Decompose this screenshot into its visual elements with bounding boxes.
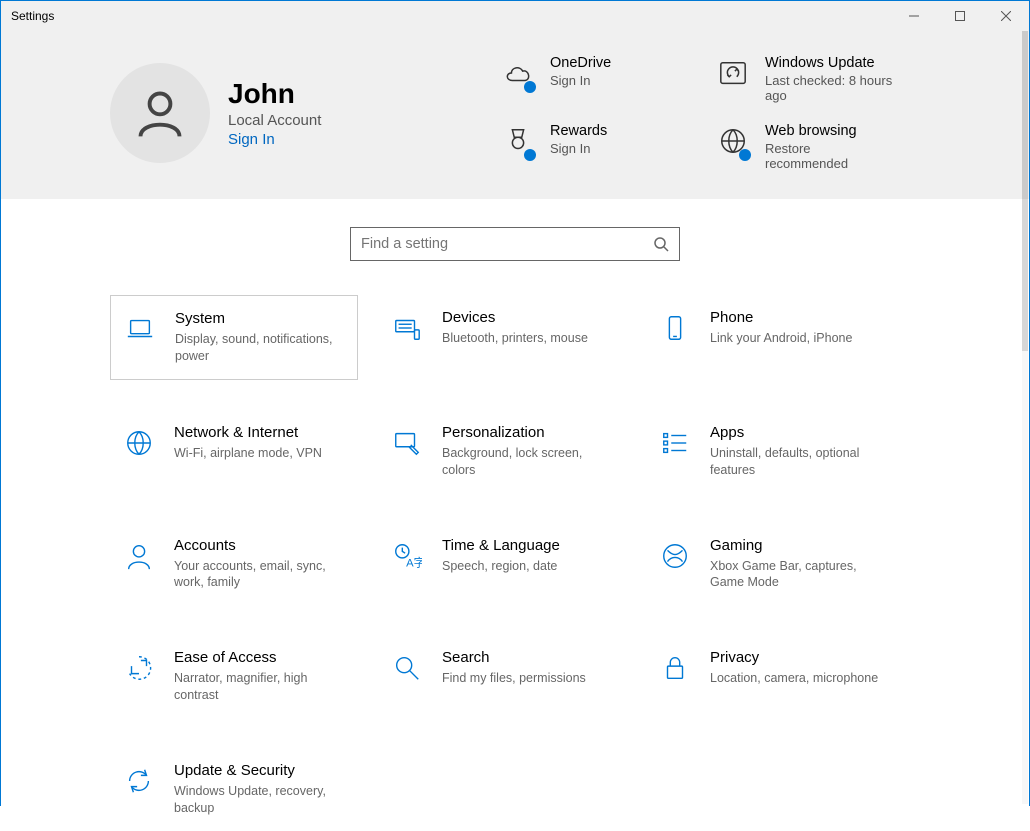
tile-sub: Sign In xyxy=(550,141,607,156)
category-title: System xyxy=(175,310,345,327)
category-title: Search xyxy=(442,649,586,666)
profile-name: John xyxy=(228,78,321,110)
globe-icon xyxy=(122,426,156,460)
person-icon xyxy=(122,539,156,573)
category-accounts[interactable]: Accounts Your accounts, email, sync, wor… xyxy=(110,523,358,606)
search-icon xyxy=(390,651,424,685)
status-dot xyxy=(739,149,751,161)
category-sub: Narrator, magnifier, high contrast xyxy=(174,670,344,704)
category-title: Apps xyxy=(710,424,880,441)
categories-area: System Display, sound, notifications, po… xyxy=(1,281,1029,831)
tile-sub: Last checked: 8 hours ago xyxy=(765,73,895,103)
lock-icon xyxy=(658,651,692,685)
profile-signin-link[interactable]: Sign In xyxy=(228,131,321,148)
titlebar: Settings xyxy=(1,1,1029,31)
search-input[interactable] xyxy=(361,236,653,252)
category-privacy[interactable]: Privacy Location, camera, microphone xyxy=(646,635,894,718)
xbox-icon xyxy=(658,539,692,573)
avatar[interactable] xyxy=(110,63,210,163)
category-personalization[interactable]: Personalization Background, lock screen,… xyxy=(378,410,626,493)
category-sub: Uninstall, defaults, optional features xyxy=(710,445,880,479)
keyboard-icon xyxy=(390,311,424,345)
category-sub: Link your Android, iPhone xyxy=(710,330,852,347)
minimize-button[interactable] xyxy=(891,1,937,31)
refresh-icon xyxy=(718,58,748,88)
phone-icon xyxy=(658,311,692,345)
category-time-language[interactable]: A字 Time & Language Speech, region, date xyxy=(378,523,626,606)
category-title: Accounts xyxy=(174,537,344,554)
sync-icon xyxy=(122,764,156,798)
status-dot xyxy=(524,81,536,93)
tile-title: Windows Update xyxy=(765,55,895,71)
scrollbar[interactable] xyxy=(1022,31,1028,804)
category-sub: Speech, region, date xyxy=(442,558,560,575)
tile-sub: Sign In xyxy=(550,73,611,88)
category-sub: Windows Update, recovery, backup xyxy=(174,783,344,817)
tile-web-browsing[interactable]: Web browsing Restore recommended xyxy=(715,123,920,171)
accessibility-icon xyxy=(122,651,156,685)
category-title: Privacy xyxy=(710,649,878,666)
category-title: Phone xyxy=(710,309,852,326)
tile-title: Web browsing xyxy=(765,123,895,139)
category-title: Devices xyxy=(442,309,588,326)
category-title: Network & Internet xyxy=(174,424,322,441)
maximize-button[interactable] xyxy=(937,1,983,31)
tile-windows-update[interactable]: Windows Update Last checked: 8 hours ago xyxy=(715,55,920,103)
apps-list-icon xyxy=(658,426,692,460)
category-title: Ease of Access xyxy=(174,649,344,666)
category-search[interactable]: Search Find my files, permissions xyxy=(378,635,626,718)
category-title: Update & Security xyxy=(174,762,344,779)
category-phone[interactable]: Phone Link your Android, iPhone xyxy=(646,295,894,380)
category-sub: Display, sound, notifications, power xyxy=(175,331,345,365)
category-sub: Location, camera, microphone xyxy=(710,670,878,687)
category-network[interactable]: Network & Internet Wi-Fi, airplane mode,… xyxy=(110,410,358,493)
scrollbar-thumb[interactable] xyxy=(1022,31,1028,351)
category-sub: Xbox Game Bar, captures, Game Mode xyxy=(710,558,880,592)
category-sub: Wi-Fi, airplane mode, VPN xyxy=(174,445,322,462)
status-dot xyxy=(524,149,536,161)
profile-account-type: Local Account xyxy=(228,112,321,129)
search-box[interactable] xyxy=(350,227,680,261)
category-ease-of-access[interactable]: Ease of Access Narrator, magnifier, high… xyxy=(110,635,358,718)
category-title: Personalization xyxy=(442,424,612,441)
header: John Local Account Sign In OneDrive Sign… xyxy=(1,31,1029,199)
paintbrush-icon xyxy=(390,426,424,460)
profile-block: John Local Account Sign In xyxy=(110,55,470,171)
tile-title: OneDrive xyxy=(550,55,611,71)
time-language-icon: A字 xyxy=(390,539,424,573)
category-system[interactable]: System Display, sound, notifications, po… xyxy=(110,295,358,380)
window-title: Settings xyxy=(11,9,54,23)
search-icon xyxy=(653,236,669,252)
person-icon xyxy=(134,87,186,139)
tile-sub: Restore recommended xyxy=(765,141,895,171)
category-gaming[interactable]: Gaming Xbox Game Bar, captures, Game Mod… xyxy=(646,523,894,606)
category-update-security[interactable]: Update & Security Windows Update, recove… xyxy=(110,748,358,831)
tile-onedrive[interactable]: OneDrive Sign In xyxy=(500,55,705,103)
search-area xyxy=(1,199,1029,281)
category-title: Gaming xyxy=(710,537,880,554)
category-sub: Your accounts, email, sync, work, family xyxy=(174,558,344,592)
category-sub: Bluetooth, printers, mouse xyxy=(442,330,588,347)
close-button[interactable] xyxy=(983,1,1029,31)
category-title: Time & Language xyxy=(442,537,560,554)
category-apps[interactable]: Apps Uninstall, defaults, optional featu… xyxy=(646,410,894,493)
laptop-icon xyxy=(123,312,157,346)
tile-rewards[interactable]: Rewards Sign In xyxy=(500,123,705,171)
category-devices[interactable]: Devices Bluetooth, printers, mouse xyxy=(378,295,626,380)
svg-text:A字: A字 xyxy=(406,555,422,569)
category-sub: Find my files, permissions xyxy=(442,670,586,687)
tile-title: Rewards xyxy=(550,123,607,139)
category-sub: Background, lock screen, colors xyxy=(442,445,612,479)
